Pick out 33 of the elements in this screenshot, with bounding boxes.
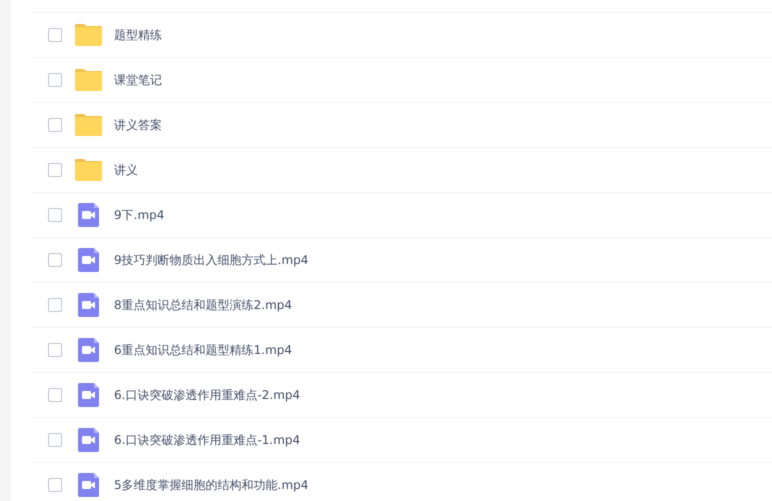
file-name[interactable]: 9技巧判断物质出入细胞方式上.mp4 xyxy=(114,252,308,268)
file-name[interactable]: 讲义 xyxy=(114,162,138,178)
folder-icon xyxy=(75,159,102,181)
folder-icon xyxy=(75,114,102,136)
file-name[interactable]: 8重点知识总结和题型演练2.mp4 xyxy=(114,296,292,314)
checkbox[interactable] xyxy=(48,298,62,312)
checkbox[interactable] xyxy=(48,433,62,447)
video-file-icon xyxy=(78,383,99,407)
file-name[interactable]: 题型精练 xyxy=(114,26,162,44)
folder-icon xyxy=(75,24,102,46)
folder-icon xyxy=(75,69,102,91)
file-name[interactable]: 6重点知识总结和题型精练1.mp4 xyxy=(114,342,292,358)
file-name[interactable]: 6.口诀突破渗透作用重难点-2.mp4 xyxy=(114,386,300,404)
file-name[interactable]: 5多维度掌握细胞的结构和功能.mp4 xyxy=(114,476,308,494)
file-name[interactable]: 6.口诀突破渗透作用重难点-1.mp4 xyxy=(114,432,300,448)
checkbox[interactable] xyxy=(48,388,62,402)
file-name[interactable]: 9下.mp4 xyxy=(114,206,164,224)
checkbox[interactable] xyxy=(48,253,62,267)
video-file-icon xyxy=(78,248,99,272)
checkbox[interactable] xyxy=(48,208,62,222)
checkbox[interactable] xyxy=(48,343,62,357)
video-file-icon xyxy=(78,428,99,452)
checkbox[interactable] xyxy=(48,73,62,87)
file-name[interactable]: 课堂笔记 xyxy=(114,72,162,88)
checkbox[interactable] xyxy=(48,28,62,42)
video-file-icon xyxy=(78,203,99,227)
video-file-icon xyxy=(78,473,99,497)
checkbox[interactable] xyxy=(48,163,62,177)
video-file-icon xyxy=(78,338,99,362)
checkbox[interactable] xyxy=(48,478,62,492)
checkbox[interactable] xyxy=(48,118,62,132)
video-file-icon xyxy=(78,293,99,317)
file-name[interactable]: 讲义答案 xyxy=(114,116,162,134)
